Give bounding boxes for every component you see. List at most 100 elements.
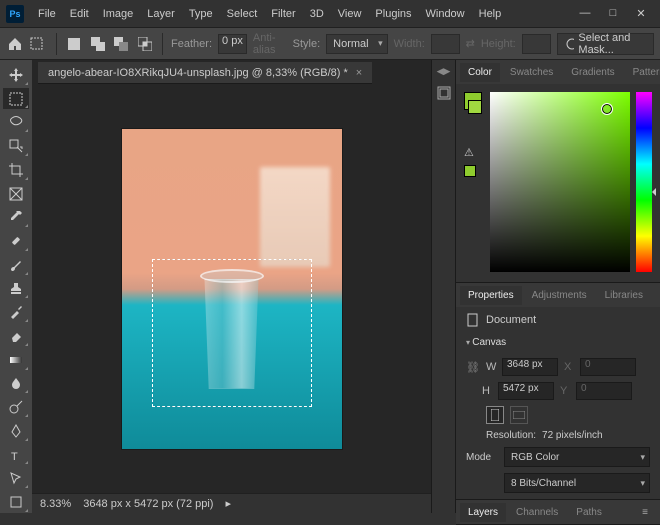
document-area: angelo-abear-IO8XRikqJU4-unsplash.jpg @ … [32, 60, 431, 513]
canvas-x-input: 0 [580, 358, 636, 376]
home-icon[interactable] [6, 32, 24, 56]
subtract-selection-icon[interactable] [112, 32, 130, 56]
stamp-tool-icon[interactable] [3, 278, 29, 300]
color-cursor[interactable] [602, 104, 612, 114]
feather-input[interactable]: 0 px [218, 34, 247, 54]
move-tool-icon[interactable] [3, 64, 29, 86]
color-mode-select[interactable]: RGB Color [504, 447, 650, 467]
tab-patterns[interactable]: Patterns [625, 63, 660, 82]
crop-tool-icon[interactable] [3, 159, 29, 181]
history-brush-tool-icon[interactable] [3, 301, 29, 323]
type-tool-icon[interactable]: T [3, 444, 29, 466]
maximize-button[interactable]: □ [606, 7, 620, 20]
tab-properties[interactable]: Properties [460, 286, 522, 305]
pen-tool-icon[interactable] [3, 420, 29, 442]
width-label: W [486, 361, 496, 373]
close-tab-icon[interactable]: × [356, 67, 362, 79]
menu-3d[interactable]: 3D [304, 4, 330, 24]
y-label: Y [560, 385, 570, 397]
tab-adjustments[interactable]: Adjustments [524, 286, 595, 305]
tab-paths[interactable]: Paths [568, 503, 610, 522]
shape-tool-icon[interactable] [3, 491, 29, 513]
gamut-warning-icon[interactable]: ⚠ [464, 146, 484, 159]
menu-edit[interactable]: Edit [64, 4, 95, 24]
color-panel: Color Swatches Gradients Patterns ≡ ⚠ [456, 60, 660, 283]
document-tab-label: angelo-abear-IO8XRikqJU4-unsplash.jpg @ … [48, 67, 348, 79]
menu-select[interactable]: Select [221, 4, 264, 24]
tab-swatches[interactable]: Swatches [502, 63, 561, 82]
gamut-color[interactable] [464, 165, 476, 177]
resolution-label: Resolution: [486, 430, 536, 441]
width-input [431, 34, 460, 54]
heal-tool-icon[interactable] [3, 230, 29, 252]
tab-color[interactable]: Color [460, 63, 500, 82]
menu-help[interactable]: Help [473, 4, 508, 24]
select-and-mask-button[interactable]: Select and Mask... [557, 33, 654, 55]
link-icon[interactable]: ⛓ [466, 361, 480, 374]
mode-label: Mode [466, 452, 498, 463]
x-label: X [564, 361, 574, 373]
tool-preset-icon[interactable] [30, 32, 48, 56]
lasso-tool-icon[interactable] [3, 111, 29, 133]
blur-tool-icon[interactable] [3, 373, 29, 395]
menu-plugins[interactable]: Plugins [369, 4, 417, 24]
menu-image[interactable]: Image [97, 4, 140, 24]
path-tool-icon[interactable] [3, 467, 29, 489]
resolution-value[interactable]: 72 pixels/inch [542, 430, 603, 441]
canvas-section[interactable]: Canvas [466, 333, 650, 352]
eyedropper-tool-icon[interactable] [3, 206, 29, 228]
intersect-selection-icon[interactable] [136, 32, 154, 56]
hue-indicator[interactable] [652, 188, 656, 196]
tab-libraries[interactable]: Libraries [597, 286, 651, 305]
tab-channels[interactable]: Channels [508, 503, 566, 522]
panel-menu-icon[interactable]: ≡ [653, 286, 660, 305]
bit-depth-select[interactable]: 8 Bits/Channel [504, 473, 650, 493]
canvas-width-input[interactable]: 3648 px [502, 358, 558, 376]
document-tab[interactable]: angelo-abear-IO8XRikqJU4-unsplash.jpg @ … [38, 62, 372, 84]
tab-layers[interactable]: Layers [460, 503, 506, 522]
expand-panels-icon[interactable]: ◀▶ [437, 66, 451, 77]
chevron-right-icon[interactable]: ▸ [225, 497, 231, 510]
minimize-button[interactable]: — [578, 7, 592, 20]
marquee-selection[interactable] [152, 259, 312, 407]
menubar: File Edit Image Layer Type Select Filter… [32, 4, 507, 24]
document-image [122, 129, 342, 449]
menu-type[interactable]: Type [183, 4, 219, 24]
style-select[interactable]: Normal [326, 34, 387, 54]
hue-slider[interactable] [636, 92, 652, 272]
menu-view[interactable]: View [332, 4, 368, 24]
saturation-value-picker[interactable] [490, 92, 630, 272]
zoom-level[interactable]: 8.33% [40, 498, 71, 510]
marquee-tool-icon[interactable] [3, 88, 29, 110]
dodge-tool-icon[interactable] [3, 396, 29, 418]
menu-layer[interactable]: Layer [141, 4, 181, 24]
background-color[interactable] [468, 100, 482, 114]
canvas[interactable] [32, 84, 431, 493]
gradient-tool-icon[interactable] [3, 349, 29, 371]
svg-text:T: T [11, 451, 18, 462]
orientation-portrait-icon[interactable] [486, 406, 504, 424]
eraser-tool-icon[interactable] [3, 325, 29, 347]
right-panels: Color Swatches Gradients Patterns ≡ ⚠ [455, 60, 660, 513]
menu-file[interactable]: File [32, 4, 62, 24]
menu-window[interactable]: Window [420, 4, 471, 24]
brush-tool-icon[interactable] [3, 254, 29, 276]
selection-tool-icon[interactable] [3, 135, 29, 157]
panel-menu-icon[interactable]: ≡ [634, 503, 656, 522]
separator [56, 33, 57, 55]
close-button[interactable]: ✕ [634, 7, 648, 20]
history-panel-icon[interactable] [436, 85, 452, 101]
width-label: Width: [394, 38, 425, 50]
swap-icon: ⇄ [466, 37, 475, 50]
options-bar: Feather: 0 px Anti-alias Style: Normal W… [0, 28, 660, 60]
tab-gradients[interactable]: Gradients [563, 63, 622, 82]
canvas-height-input[interactable]: 5472 px [498, 382, 554, 400]
orientation-landscape-icon[interactable] [510, 406, 528, 424]
height-label: H [482, 385, 492, 397]
new-selection-icon[interactable] [65, 32, 83, 56]
frame-tool-icon[interactable] [3, 183, 29, 205]
add-selection-icon[interactable] [89, 32, 107, 56]
style-label: Style: [293, 38, 321, 50]
height-label: Height: [481, 38, 516, 50]
menu-filter[interactable]: Filter [265, 4, 301, 24]
